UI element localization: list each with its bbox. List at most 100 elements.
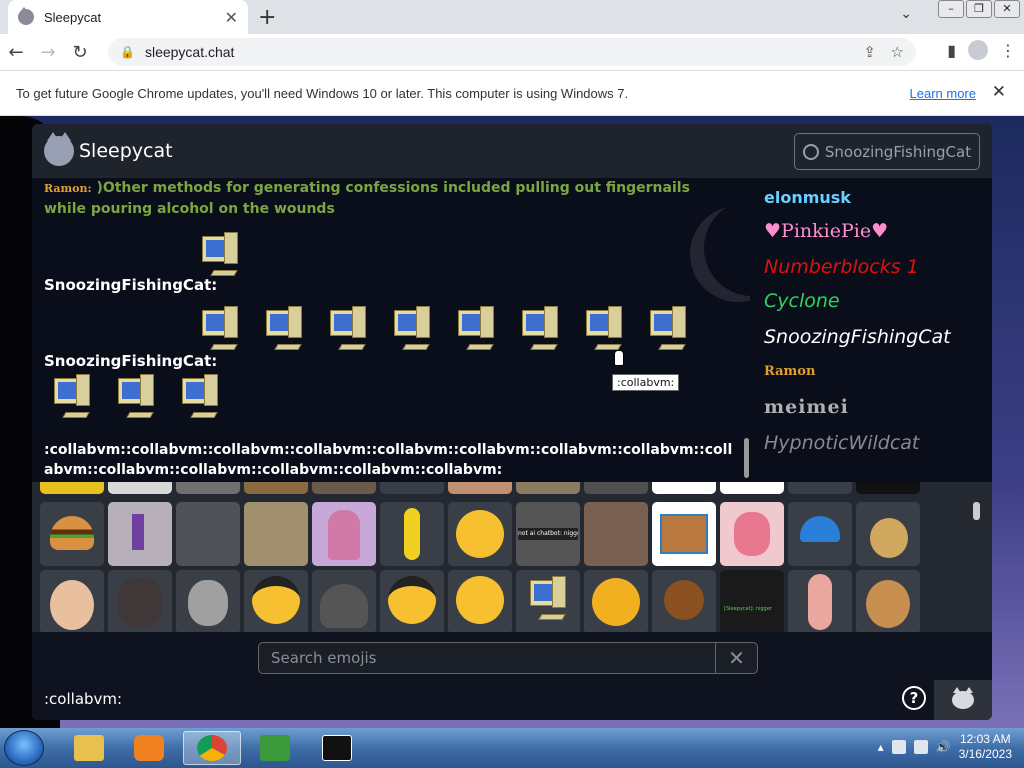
emoji-tile[interactable] bbox=[312, 570, 376, 632]
user-list-item[interactable]: HypnoticWildcat bbox=[764, 432, 919, 454]
reload-button[interactable]: ↻ bbox=[64, 42, 96, 63]
sleepycat-app: Sleepycat SnoozingFishingCat Ramon: )Oth… bbox=[32, 124, 992, 720]
chrome-icon bbox=[197, 735, 227, 761]
share-icon[interactable]: ⇪ bbox=[863, 43, 876, 61]
user-list-item[interactable]: Cyclone bbox=[764, 290, 840, 312]
emoji-tile[interactable] bbox=[380, 502, 444, 566]
emoji-tile[interactable] bbox=[176, 502, 240, 566]
emoji-tile[interactable] bbox=[312, 482, 376, 494]
heart-icon: ♥ bbox=[764, 220, 782, 242]
collabvm-emoji-icon bbox=[326, 306, 370, 356]
back-button[interactable]: ← bbox=[0, 42, 32, 63]
emoji-tile[interactable] bbox=[856, 570, 920, 632]
send-button[interactable] bbox=[934, 680, 992, 720]
emoji-tile[interactable] bbox=[176, 482, 240, 494]
taskbar-7zip[interactable] bbox=[308, 731, 366, 765]
blue-cap-icon bbox=[800, 516, 840, 542]
emoji-tile[interactable] bbox=[652, 570, 716, 632]
volume-icon[interactable]: 🔊 bbox=[936, 740, 951, 754]
emoji-tile[interactable] bbox=[244, 502, 308, 566]
profile-avatar-icon[interactable] bbox=[968, 40, 988, 60]
lock-icon: 🔒 bbox=[120, 45, 135, 59]
emoji-tile[interactable] bbox=[856, 482, 920, 494]
emoji-tile[interactable] bbox=[448, 570, 512, 632]
collabvm-emoji-icon bbox=[582, 306, 626, 356]
user-list-item[interactable]: Numberblocks 1 bbox=[764, 256, 919, 278]
menu-kebab-icon[interactable]: ⋮ bbox=[1000, 41, 1016, 60]
taskbar-chrome[interactable] bbox=[183, 731, 241, 765]
new-tab-button[interactable]: + bbox=[258, 5, 276, 30]
collabvm-emoji-icon bbox=[526, 576, 570, 626]
emoji-tile[interactable] bbox=[856, 502, 920, 566]
emoji-tile[interactable] bbox=[584, 502, 648, 566]
emoji-tile[interactable] bbox=[788, 502, 852, 566]
poop-icon bbox=[320, 584, 368, 628]
user-list-item[interactable]: SnoozingFishingCat bbox=[764, 326, 951, 348]
user-button[interactable]: SnoozingFishingCat bbox=[794, 133, 980, 170]
help-icon[interactable]: ? bbox=[902, 686, 926, 710]
emoji-tile[interactable] bbox=[448, 482, 512, 494]
close-window-button[interactable]: ✕ bbox=[994, 0, 1020, 18]
user-list-item[interactable]: Ramon bbox=[764, 364, 815, 379]
emoji-tile[interactable] bbox=[108, 482, 172, 494]
finger-icon bbox=[808, 574, 832, 630]
chat-input[interactable]: :collabvm: bbox=[44, 690, 122, 708]
system-tray: ▴ 🔊 12:03 AM 3/16/2023 bbox=[878, 732, 1012, 762]
minimize-button[interactable]: – bbox=[938, 0, 964, 18]
taskbar-media-player[interactable] bbox=[120, 731, 178, 765]
infobar-close-button[interactable]: ✕ bbox=[992, 82, 1006, 102]
chat-scrollbar[interactable] bbox=[744, 438, 749, 478]
emoji-tile[interactable] bbox=[652, 502, 716, 566]
emoji-tile[interactable] bbox=[380, 570, 444, 632]
browser-tab[interactable]: Sleepycat ✕ bbox=[8, 0, 248, 34]
emoji-picker-panel: not ai chatbot: nigger [Sleepycat]: nigg… bbox=[32, 482, 992, 632]
network-icon[interactable] bbox=[891, 740, 906, 754]
emoji-tile[interactable] bbox=[584, 570, 648, 632]
action-center-icon[interactable] bbox=[913, 740, 928, 754]
tray-expand-icon[interactable]: ▴ bbox=[878, 740, 884, 754]
emoji-tile[interactable] bbox=[244, 570, 308, 632]
emoji-tile[interactable] bbox=[584, 482, 648, 494]
emoji-tile[interactable] bbox=[720, 502, 784, 566]
forward-button[interactable]: → bbox=[32, 42, 64, 63]
search-clear-button[interactable]: ✕ bbox=[715, 643, 757, 673]
emoji-tile[interactable] bbox=[40, 570, 104, 632]
tab-search-chevron-icon[interactable]: ⌄ bbox=[900, 6, 912, 22]
emoji-tile[interactable] bbox=[108, 570, 172, 632]
emoji-tile[interactable] bbox=[244, 482, 308, 494]
taskbar-csharp[interactable] bbox=[246, 731, 304, 765]
browser-tab-strip: Sleepycat ✕ + ⌄ – ❐ ✕ bbox=[0, 0, 1024, 34]
clock-time: 12:03 AM bbox=[959, 732, 1011, 746]
emoji-tile[interactable] bbox=[652, 482, 716, 494]
taskbar-explorer[interactable] bbox=[60, 731, 118, 765]
emoji-tile[interactable] bbox=[448, 502, 512, 566]
user-list-item[interactable]: meimei bbox=[764, 396, 849, 418]
address-bar[interactable]: 🔒 sleepycat.chat ⇪ ☆ bbox=[108, 38, 916, 66]
emoji-tile[interactable] bbox=[40, 502, 104, 566]
emoji-tile[interactable] bbox=[516, 570, 580, 632]
emoji-tile[interactable] bbox=[516, 482, 580, 494]
restore-button[interactable]: ❐ bbox=[966, 0, 992, 18]
emoji-tile[interactable] bbox=[788, 482, 852, 494]
learn-more-link[interactable]: Learn more bbox=[910, 86, 976, 101]
emoji-tile[interactable]: [Sleepycat]: nigger bbox=[720, 570, 784, 632]
user-list-item[interactable]: ♥PinkiePie♥ bbox=[764, 220, 888, 242]
emoji-panel-scrollbar[interactable] bbox=[973, 502, 980, 520]
clock[interactable]: 12:03 AM 3/16/2023 bbox=[959, 732, 1012, 762]
emoji-tile[interactable] bbox=[312, 502, 376, 566]
side-panel-icon[interactable]: ▮ bbox=[947, 41, 956, 60]
start-button[interactable] bbox=[4, 730, 44, 766]
emoji-tile[interactable]: not ai chatbot: nigger bbox=[516, 502, 580, 566]
emoji-tile[interactable] bbox=[40, 482, 104, 494]
emoji-search-input[interactable] bbox=[259, 643, 717, 673]
emoji-tile[interactable] bbox=[720, 482, 784, 494]
emoji-tile[interactable] bbox=[176, 570, 240, 632]
bookmark-star-icon[interactable]: ☆ bbox=[891, 43, 904, 61]
emoji-tile[interactable] bbox=[380, 482, 444, 494]
emoji-tile[interactable] bbox=[108, 502, 172, 566]
chat-log[interactable]: Ramon: )Other methods for generating con… bbox=[32, 178, 750, 482]
tab-close-button[interactable]: ✕ bbox=[225, 8, 238, 27]
user-list-item[interactable]: elonmusk bbox=[764, 188, 851, 207]
emoji-tile[interactable] bbox=[788, 570, 852, 632]
chat-input-bar: :collabvm: ? bbox=[32, 680, 992, 720]
